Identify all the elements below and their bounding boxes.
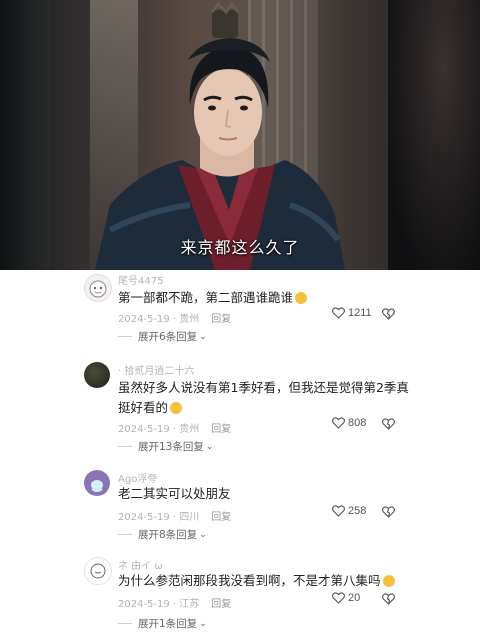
comment-date-location: 2024-5-19 · 贵州 bbox=[118, 424, 200, 435]
dislike-button[interactable] bbox=[382, 505, 395, 523]
comment-meta: 2024-5-19 · 江苏 回复 bbox=[118, 595, 231, 610]
like-count: 20 bbox=[348, 592, 361, 604]
expand-replies-button[interactable]: 展开13条回复 ⌄ bbox=[118, 439, 213, 454]
expand-replies-label: 展开8条回复 bbox=[138, 529, 198, 541]
avatar[interactable] bbox=[84, 557, 112, 585]
expand-replies-label: 展开13条回复 bbox=[138, 441, 204, 453]
cartoon-avatar-icon bbox=[89, 280, 107, 298]
laughing-crying-emoji bbox=[295, 292, 308, 304]
reply-button[interactable]: 回复 bbox=[211, 424, 231, 435]
comment-text-content: 为什么参范闲那段我没看到啊，不是才第八集吗 bbox=[118, 573, 381, 588]
video-frame[interactable]: 来京都这么久了 bbox=[0, 0, 480, 270]
heart-icon bbox=[332, 417, 345, 429]
dislike-button[interactable] bbox=[382, 307, 395, 325]
broken-heart-icon bbox=[382, 593, 395, 605]
expand-line bbox=[118, 336, 132, 337]
reply-button[interactable]: 回复 bbox=[211, 314, 231, 325]
expand-line bbox=[118, 623, 132, 624]
comment-text-content: 第一部都不跪，第二部遇谁跪谁 bbox=[118, 290, 294, 305]
heart-icon bbox=[332, 505, 345, 517]
like-button[interactable]: 258 bbox=[332, 505, 366, 517]
smiling-emoji bbox=[170, 402, 183, 414]
expand-replies-label: 展开6条回复 bbox=[138, 331, 198, 343]
like-button[interactable]: 1211 bbox=[332, 307, 372, 319]
comment-text: 为什么参范闲那段我没看到啊，不是才第八集吗 bbox=[118, 571, 418, 591]
comment-text: 第一部都不跪，第二部遇谁跪谁 bbox=[118, 288, 418, 308]
expand-replies-button[interactable]: 展开8条回复 ⌄ bbox=[118, 527, 207, 542]
video-subtitle: 来京都这么久了 bbox=[180, 238, 300, 257]
comment-meta: 2024-5-19 · 四川 回复 bbox=[118, 508, 231, 523]
avatar[interactable] bbox=[84, 274, 112, 302]
comment-username[interactable]: · 拾贰月逍二十六 bbox=[118, 362, 194, 377]
reply-button[interactable]: 回复 bbox=[211, 599, 231, 610]
comment-username[interactable]: ネ 由イ ω bbox=[118, 557, 163, 572]
chevron-down-icon: ⌄ bbox=[199, 331, 207, 342]
expand-line bbox=[118, 446, 132, 447]
broken-heart-icon bbox=[382, 308, 395, 320]
dislike-button[interactable] bbox=[382, 417, 395, 435]
sketch-avatar-icon bbox=[90, 563, 106, 579]
comment-date-location: 2024-5-19 · 四川 bbox=[118, 512, 200, 523]
like-button[interactable]: 808 bbox=[332, 417, 366, 429]
like-count: 258 bbox=[348, 505, 367, 517]
like-count: 1211 bbox=[348, 307, 372, 319]
comment-text: 虽然好多人说没有第1季好看，但我还是觉得第2季真挺好看的 bbox=[118, 378, 418, 418]
heart-icon bbox=[332, 592, 345, 604]
comment-text-content: 虽然好多人说没有第1季好看，但我还是觉得第2季真挺好看的 bbox=[118, 380, 409, 415]
heart-icon bbox=[332, 307, 345, 319]
chevron-down-icon: ⌄ bbox=[199, 618, 207, 629]
comment-date-location: 2024-5-19 · 江苏 bbox=[118, 599, 200, 610]
comment-username[interactable]: 尾号4475 bbox=[118, 272, 163, 287]
broken-heart-icon bbox=[382, 506, 395, 518]
expand-replies-label: 展开1条回复 bbox=[138, 618, 198, 630]
avatar[interactable] bbox=[84, 362, 110, 388]
comment-meta: 2024-5-19 · 贵州 回复 bbox=[118, 420, 231, 435]
genie-avatar-icon bbox=[91, 480, 103, 492]
expand-line bbox=[118, 534, 132, 535]
character-figure bbox=[95, 1, 345, 270]
reply-button[interactable]: 回复 bbox=[211, 512, 231, 523]
chevron-down-icon: ⌄ bbox=[199, 529, 207, 540]
expand-replies-button[interactable]: 展开6条回复 ⌄ bbox=[118, 329, 207, 344]
comment-username[interactable]: Ago浮夸 bbox=[118, 470, 157, 485]
comment-text-content: 老二其实可以处朋友 bbox=[118, 486, 231, 501]
like-button[interactable]: 20 bbox=[332, 592, 360, 604]
chevron-down-icon: ⌄ bbox=[205, 441, 214, 452]
comment-date-location: 2024-5-19 · 贵州 bbox=[118, 314, 200, 325]
like-count: 808 bbox=[348, 417, 367, 429]
avatar[interactable] bbox=[84, 470, 110, 496]
comment-text: 老二其实可以处朋友 bbox=[118, 484, 418, 504]
expand-replies-button[interactable]: 展开1条回复 ⌄ bbox=[118, 616, 207, 631]
dislike-button[interactable] bbox=[382, 592, 395, 610]
comment-meta: 2024-5-19 · 贵州 回复 bbox=[118, 310, 231, 325]
thinking-emoji bbox=[382, 575, 395, 587]
comment-list: 尾号4475 第一部都不跪，第二部遇谁跪谁 2024-5-19 · 贵州 回复 1… bbox=[0, 270, 480, 640]
broken-heart-icon bbox=[382, 418, 395, 430]
